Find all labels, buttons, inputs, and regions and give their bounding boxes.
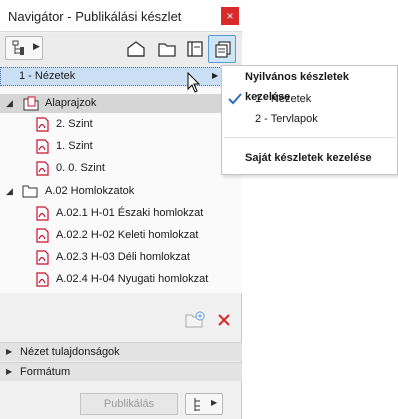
view-set-menu: Nyilvános készletek kezelése 1 - Nézetek… <box>221 65 398 175</box>
section-label: Nézet tulajdonságok <box>20 346 120 358</box>
menu-item-tervlapok[interactable]: 2 - Tervlapok <box>222 109 397 129</box>
view-set-label: 1 - Nézetek <box>19 70 76 82</box>
list-item[interactable]: A.02.3 H-03 Déli homlokzat <box>0 248 242 267</box>
menu-header: Nyilvános készletek kezelése <box>222 67 397 103</box>
item-label: 0. 0. Szint <box>56 162 105 174</box>
item-label: 1. Szint <box>56 140 93 152</box>
navigator-tree-icon <box>12 40 24 55</box>
section-format[interactable]: ▶ Formátum <box>0 362 242 381</box>
folder-icon <box>22 185 38 198</box>
collapsed-arrow-icon: ▶ <box>6 347 13 356</box>
toolbar: ▶ <box>0 33 242 67</box>
title-bar[interactable]: Navigátor - Publikálási készlet × <box>0 0 242 32</box>
folder-label: Alaprajzok <box>45 97 97 109</box>
chevron-right-icon: ▶ <box>211 398 218 407</box>
publisher-sets-button[interactable] <box>208 35 236 63</box>
chevron-right-icon: ▶ <box>33 41 40 51</box>
view-set-selector[interactable]: 1 - Nézetek ▶ <box>0 67 242 86</box>
tree-options-icon <box>194 398 200 411</box>
publish-button[interactable]: Publikálás <box>80 393 178 415</box>
close-button[interactable]: × <box>221 7 239 25</box>
item-label: A.02.2 H-02 Keleti homlokzat <box>56 229 199 241</box>
section-label: Formátum <box>20 366 71 378</box>
pdf-icon <box>36 228 49 243</box>
list-item[interactable]: 1. Szint <box>0 137 242 156</box>
menu-item-label: 1 - Nézetek <box>255 93 312 105</box>
folder-label: A.02 Homlokzatok <box>45 185 135 197</box>
pdf-icon <box>36 206 49 221</box>
collapse-arrow-icon: ◢ <box>6 186 13 196</box>
delete-icon[interactable] <box>217 313 231 327</box>
list-item[interactable]: 0. 0. Szint <box>0 159 242 178</box>
navigator-panel: Navigátor - Publikálási készlet × ▶ 1 - … <box>0 0 242 419</box>
menu-item-label: Saját készletek kezelése <box>245 152 372 164</box>
window-title: Navigátor - Publikálási készlet <box>8 9 182 24</box>
pdf-icon <box>36 250 49 265</box>
menu-separator <box>224 137 395 138</box>
publish-options-button[interactable]: ▶ <box>185 393 223 415</box>
folder-icon <box>23 96 39 111</box>
publisher-sets-icon <box>215 41 231 58</box>
pdf-icon <box>36 117 49 132</box>
folder-homlokzatok[interactable]: ◢ A.02 Homlokzatok <box>0 182 242 201</box>
menu-item-own-sets[interactable]: Saját készletek kezelése <box>222 148 397 168</box>
pdf-icon <box>36 161 49 176</box>
view-map-icon[interactable] <box>156 38 178 60</box>
collapsed-arrow-icon: ▶ <box>6 367 13 376</box>
publisher-tree: ◢ Alaprajzok 2. Szint 1. Szint 0. 0. Szi… <box>0 88 242 293</box>
list-item[interactable]: 2. Szint <box>0 115 242 134</box>
collapse-arrow-icon: ◢ <box>6 98 13 108</box>
item-label: A.02.1 H-01 Északi homlokzat <box>56 207 204 219</box>
list-item[interactable]: A.02.1 H-01 Északi homlokzat <box>0 204 242 223</box>
list-item[interactable]: A.02.2 H-02 Keleti homlokzat <box>0 226 242 245</box>
checkmark-icon <box>228 93 242 105</box>
menu-item-nezetek[interactable]: 1 - Nézetek <box>222 89 397 109</box>
list-item[interactable]: A.02.4 H-04 Nyugati homlokzat <box>0 270 242 289</box>
section-view-properties[interactable]: ▶ Nézet tulajdonságok <box>0 342 242 361</box>
project-map-icon[interactable] <box>125 38 147 60</box>
new-folder-icon[interactable] <box>185 311 205 329</box>
tree-options-button[interactable]: ▶ <box>5 36 43 60</box>
layout-book-icon[interactable] <box>184 38 206 60</box>
folder-alaprajzok[interactable]: ◢ Alaprajzok <box>0 94 242 113</box>
item-label: A.02.4 H-04 Nyugati homlokzat <box>56 273 209 285</box>
item-label: A.02.3 H-03 Déli homlokzat <box>56 251 190 263</box>
chevron-right-icon: ▶ <box>212 71 219 80</box>
pdf-icon <box>36 139 49 154</box>
menu-item-label: 2 - Tervlapok <box>255 113 318 125</box>
pdf-icon <box>36 272 49 287</box>
item-label: 2. Szint <box>56 118 93 130</box>
mouse-cursor-icon <box>187 72 201 93</box>
